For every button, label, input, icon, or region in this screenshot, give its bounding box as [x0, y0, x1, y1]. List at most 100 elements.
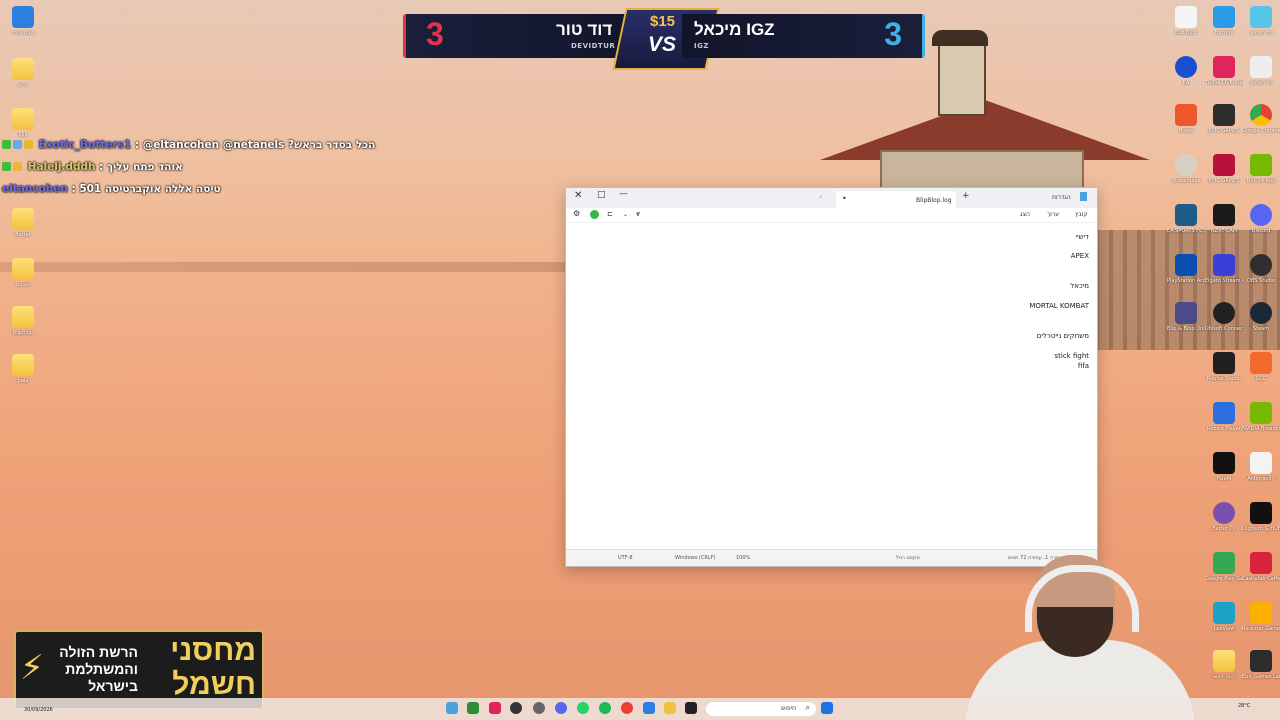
notepad-text-area[interactable]: דישיי APEX מיכאל MORTAL KOMBAT משחקים ני…: [566, 230, 1097, 548]
desktop-icon[interactable]: Logitech G HUB: [1242, 502, 1280, 532]
desktop-icon[interactable]: סל המחזור: [1242, 56, 1280, 86]
obs-icon: [1250, 254, 1272, 276]
webcam-overlay: [955, 545, 1200, 720]
desktop-icon[interactable]: תיבת עזרה: [4, 6, 42, 36]
start-icon[interactable]: [821, 702, 833, 714]
brave-icon: [1175, 104, 1197, 126]
notepad-taskbar-icon[interactable]: [446, 702, 458, 714]
desktop-icon[interactable]: EPIC GAMES: [1205, 154, 1243, 184]
format-icon[interactable]: ⱴ: [636, 210, 640, 218]
fivem-icon: [1213, 452, 1235, 474]
desktop-icon[interactable]: Klik: [4, 108, 42, 138]
minimize-icon[interactable]: —: [619, 189, 628, 199]
settings-label: הגדרות: [1052, 194, 1071, 201]
chevron-left-icon[interactable]: ‹: [819, 192, 822, 201]
desktop-icon[interactable]: Google Play Games: [1205, 552, 1243, 582]
desktop-icon[interactable]: Castlefab Caffeinated: [1242, 552, 1280, 582]
prize-amount: $15: [650, 13, 676, 30]
folder-taskbar-icon[interactable]: [664, 702, 676, 714]
search-icon: ⌕: [805, 703, 810, 712]
ea-icon: [1175, 56, 1197, 78]
desktop-icon[interactable]: OBS Studio: [1242, 254, 1280, 284]
desktop-icon[interactable]: Blip & Blop Online: [1167, 302, 1205, 332]
settings-taskbar-icon[interactable]: [533, 702, 545, 714]
terminal-taskbar-icon[interactable]: [685, 702, 697, 714]
desktop-icon[interactable]: סל המחזור: [1242, 6, 1280, 36]
desktop-icon[interactable]: Roblox Studio: [1205, 352, 1243, 382]
text-line: משחקים נייטרלים: [1036, 332, 1089, 340]
desktop-icon[interactable]: NZXT CAM: [1205, 204, 1243, 234]
tab-close-icon[interactable]: •: [842, 194, 847, 203]
whatsapp-taskbar-icon[interactable]: [577, 702, 589, 714]
desktop-icon[interactable]: כלים: [4, 58, 42, 88]
chat-username: Exotic_Butters1: [38, 139, 132, 151]
obs-taskbar-icon[interactable]: [510, 702, 522, 714]
desktop-icon[interactable]: EA: [1167, 56, 1205, 86]
desktop-icon[interactable]: Fortnite: [1205, 6, 1243, 36]
text-line: APEX: [1070, 252, 1089, 260]
app-taskbar-icon[interactable]: [467, 702, 479, 714]
desktop-icon[interactable]: TikTok LIVE Studio: [1205, 56, 1243, 86]
desktop-icon[interactable]: LebView: [1205, 602, 1243, 632]
desktop-icon[interactable]: Brave: [1167, 104, 1205, 134]
desktop-icon[interactable]: GCC: [1242, 352, 1280, 382]
gear-icon[interactable]: ⚙: [573, 209, 580, 218]
desktop-icon[interactable]: Elgato Stream Deck: [1205, 254, 1243, 284]
menu-edit[interactable]: ערוך: [1047, 211, 1059, 218]
desktop-icon[interactable]: NVIDIA App: [1242, 154, 1280, 184]
desktop-icon[interactable]: Better: [4, 208, 42, 238]
lighthouse-lamp: [932, 30, 988, 46]
maximize-icon[interactable]: □: [597, 190, 606, 200]
close-icon[interactable]: ✕: [574, 190, 582, 201]
taskbar-search[interactable]: חיפוש ⌕: [706, 702, 816, 716]
better-cli-icon: [1213, 502, 1235, 524]
desktop-icon[interactable]: Roblox Player: [1205, 402, 1243, 432]
desktop-icon[interactable]: קובץ ראשי: [1205, 650, 1243, 680]
folder-icon: [12, 58, 34, 80]
insert-icon[interactable]: ⊏: [607, 210, 613, 218]
desktop-icon[interactable]: PlayStation Accessories: [1167, 254, 1205, 284]
desktop-icon[interactable]: EA SPORTS FC 26: [1167, 204, 1205, 234]
text-line: MORTAL KOMBAT: [1029, 302, 1089, 310]
chevron-down-icon[interactable]: ⌄: [623, 211, 628, 218]
copilot-icon[interactable]: [590, 210, 599, 219]
tiktok-icon: [1213, 56, 1235, 78]
desktop-icon[interactable]: Steam: [1242, 302, 1280, 332]
info-icon: [12, 6, 34, 28]
desktop-icon[interactable]: EPIC GAMES: [1205, 104, 1243, 134]
desktop-icon[interactable]: Discord: [1242, 204, 1280, 234]
badge-icon: [2, 162, 11, 171]
scoreboard-left-panel: 3 דוד טור DEVIDTUR: [403, 14, 646, 58]
text-line: stick fight: [1054, 352, 1090, 360]
taskbar: 30/09/2026 חיפוש ⌕ 28°C: [0, 698, 1280, 720]
discord-taskbar-icon[interactable]: [555, 702, 567, 714]
chrome-taskbar-icon[interactable]: [621, 702, 633, 714]
desktop-icon[interactable]: Rockstar Games: [1242, 602, 1280, 632]
desktop-icon[interactable]: Streamlabs: [1167, 154, 1205, 184]
weather-temp: 28°C: [1238, 703, 1251, 709]
desktop-icon[interactable]: Blip Blop: [1167, 6, 1205, 36]
explorer-taskbar-icon[interactable]: [643, 702, 655, 714]
desktop-icon[interactable]: BlipBlop: [4, 306, 42, 336]
steam-icon: [1250, 302, 1272, 324]
desktop-icon[interactable]: Google Chrome: [1242, 104, 1280, 134]
desktop-icon[interactable]: Epic Games Launcher: [1242, 650, 1280, 680]
desktop-icon[interactable]: Antigravity: [1242, 452, 1280, 482]
desktop-icon[interactable]: Better Cli: [1205, 502, 1243, 532]
new-tab-icon[interactable]: +: [962, 191, 970, 201]
spotify-taskbar-icon[interactable]: [599, 702, 611, 714]
desktop-icon[interactable]: Ubisoft Connect: [1205, 302, 1243, 332]
stream-deck-icon: [1213, 254, 1235, 276]
menu-view[interactable]: הצג: [1020, 211, 1030, 218]
tab-blipblop[interactable]: • BlipBlop.log: [836, 191, 956, 208]
antigravity-icon: [1250, 452, 1272, 474]
desktop-icon[interactable]: pala: [4, 354, 42, 384]
tiktok-taskbar-icon[interactable]: [489, 702, 501, 714]
menu-file[interactable]: קובץ: [1075, 211, 1088, 218]
chat-username: eltancohen: [2, 183, 68, 195]
text-line: דישיי: [1075, 233, 1089, 241]
desktop-icon[interactable]: תוכנות: [4, 258, 42, 288]
desktop-icon[interactable]: FiveM: [1205, 452, 1243, 482]
desktop-icon[interactable]: NVIDIA Broadcast: [1242, 402, 1280, 432]
chat-text: : אוהד פתח עליך: [99, 161, 183, 173]
